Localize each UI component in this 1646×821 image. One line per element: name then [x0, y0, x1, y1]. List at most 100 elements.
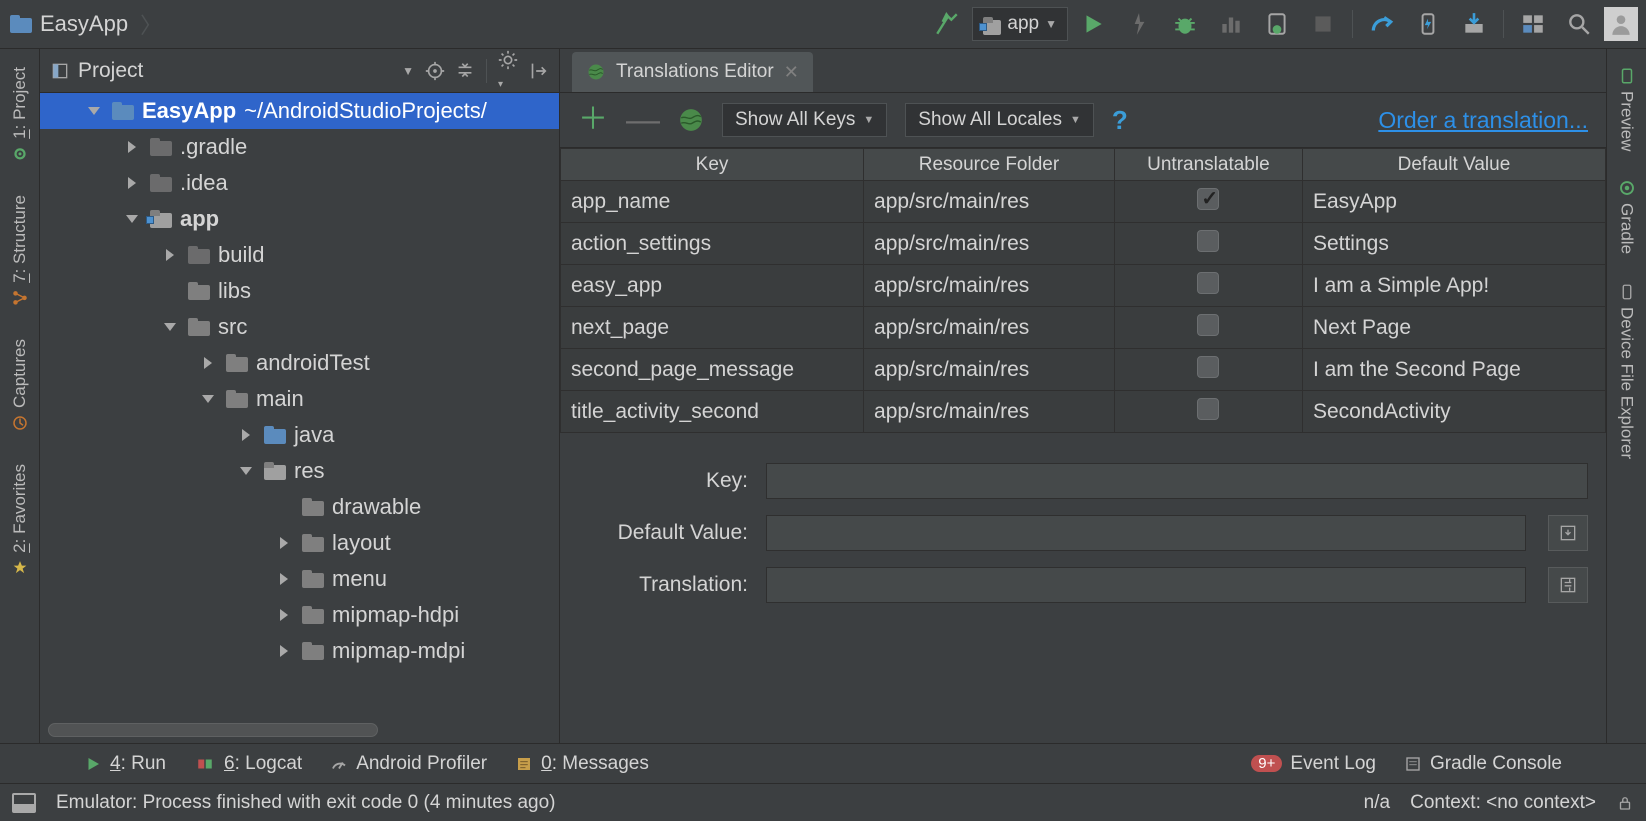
cell-untranslatable[interactable]	[1114, 223, 1302, 265]
tree-node-mipmap-hdpi[interactable]: mipmap-hdpi	[40, 597, 559, 633]
tab-translations-editor[interactable]: Translations Editor ✕	[572, 52, 813, 92]
table-row[interactable]: easy_appapp/src/main/res I am a Simple Ap…	[561, 265, 1606, 307]
tool-messages[interactable]: 0: Messages	[515, 753, 649, 775]
cell-default[interactable]: I am a Simple App!	[1302, 265, 1605, 307]
tree-node-mipmap-mdpi[interactable]: mipmap-mdpi	[40, 633, 559, 669]
apply-changes-button[interactable]	[1118, 3, 1160, 45]
tree-node-idea[interactable]: .idea	[40, 165, 559, 201]
tool-captures[interactable]: Captures	[10, 339, 30, 432]
tree-node-layout[interactable]: layout	[40, 525, 559, 561]
avd-manager-button[interactable]	[1407, 3, 1449, 45]
cell-key[interactable]: next_page	[561, 307, 864, 349]
translation-input[interactable]	[766, 567, 1526, 603]
cell-folder[interactable]: app/src/main/res	[864, 391, 1115, 433]
tree-node-res[interactable]: res	[40, 453, 559, 489]
key-input[interactable]	[766, 463, 1588, 499]
stop-button[interactable]	[1302, 3, 1344, 45]
tree-node-src[interactable]: src	[40, 309, 559, 345]
tree-node-main[interactable]: main	[40, 381, 559, 417]
tree-node-app[interactable]: app	[40, 201, 559, 237]
tool-structure[interactable]: 7: Structure	[10, 195, 30, 307]
table-row[interactable]: second_page_messageapp/src/main/res I am …	[561, 349, 1606, 391]
collapse-all-button[interactable]	[454, 60, 476, 82]
default-value-input[interactable]	[766, 515, 1526, 551]
gear-icon[interactable]: ▾	[497, 49, 519, 92]
status-window-icon[interactable]	[12, 793, 36, 813]
tool-run[interactable]: 4: Run	[84, 753, 166, 775]
tool-gradle[interactable]: Gradle	[1617, 179, 1637, 254]
cell-key[interactable]: second_page_message	[561, 349, 864, 391]
checkbox[interactable]	[1197, 398, 1219, 420]
add-key-button[interactable]: ＋	[578, 105, 608, 135]
make-project-button[interactable]	[926, 3, 968, 45]
tool-logcat[interactable]: 6: Logcat	[194, 753, 302, 775]
cell-folder[interactable]: app/src/main/res	[864, 223, 1115, 265]
horizontal-scrollbar[interactable]	[48, 723, 378, 737]
tool-preview[interactable]: Preview	[1617, 67, 1637, 151]
run-button[interactable]	[1072, 3, 1114, 45]
checkbox[interactable]	[1197, 356, 1219, 378]
th-default[interactable]: Default Value	[1302, 149, 1605, 181]
th-key[interactable]: Key	[561, 149, 864, 181]
project-view-selector[interactable]: Project	[50, 59, 143, 83]
tree-node-libs[interactable]: libs	[40, 273, 559, 309]
lock-icon[interactable]	[1616, 794, 1634, 812]
tree-node-build[interactable]: build	[40, 237, 559, 273]
cell-key[interactable]: action_settings	[561, 223, 864, 265]
cell-key[interactable]: title_activity_second	[561, 391, 864, 433]
checkbox[interactable]	[1197, 272, 1219, 294]
add-locale-button[interactable]	[678, 107, 704, 133]
debug-button[interactable]	[1164, 3, 1206, 45]
checkbox[interactable]	[1197, 230, 1219, 252]
checkbox[interactable]	[1197, 188, 1219, 210]
browse-default-button[interactable]	[1548, 515, 1588, 551]
tool-profiler[interactable]: Android Profiler	[330, 753, 487, 775]
project-tree[interactable]: EasyApp ~/AndroidStudioProjects/ .gradle…	[40, 93, 559, 743]
cell-folder[interactable]: app/src/main/res	[864, 349, 1115, 391]
tool-event-log[interactable]: 9+ Event Log	[1251, 753, 1376, 775]
order-translation-link[interactable]: Order a translation...	[1378, 107, 1588, 134]
cell-key[interactable]: easy_app	[561, 265, 864, 307]
table-row[interactable]: action_settingsapp/src/main/res Settings	[561, 223, 1606, 265]
translations-table[interactable]: Key Resource Folder Untranslatable Defau…	[560, 148, 1606, 433]
close-icon[interactable]: ✕	[784, 62, 799, 83]
cell-folder[interactable]: app/src/main/res	[864, 307, 1115, 349]
tool-gradle-console[interactable]: Gradle Console	[1404, 753, 1562, 775]
cell-folder[interactable]: app/src/main/res	[864, 181, 1115, 223]
project-structure-button[interactable]	[1512, 3, 1554, 45]
th-folder[interactable]: Resource Folder	[864, 149, 1115, 181]
help-button[interactable]: ?	[1112, 105, 1128, 136]
tree-root[interactable]: EasyApp ~/AndroidStudioProjects/	[40, 93, 559, 129]
th-untranslatable[interactable]: Untranslatable	[1114, 149, 1302, 181]
chevron-down-icon[interactable]: ▼	[402, 64, 414, 78]
tree-node-java[interactable]: java	[40, 417, 559, 453]
cell-default[interactable]: Settings	[1302, 223, 1605, 265]
cell-untranslatable[interactable]	[1114, 265, 1302, 307]
tree-node-gradle[interactable]: .gradle	[40, 129, 559, 165]
table-row[interactable]: next_pageapp/src/main/res Next Page	[561, 307, 1606, 349]
cell-folder[interactable]: app/src/main/res	[864, 265, 1115, 307]
cell-untranslatable[interactable]	[1114, 181, 1302, 223]
tool-project[interactable]: 11: Project: Project	[10, 67, 30, 163]
sync-gradle-button[interactable]	[1361, 3, 1403, 45]
table-row[interactable]: title_activity_secondapp/src/main/res Sec…	[561, 391, 1606, 433]
checkbox[interactable]	[1197, 314, 1219, 336]
cell-untranslatable[interactable]	[1114, 307, 1302, 349]
attach-debugger-button[interactable]	[1256, 3, 1298, 45]
cell-default[interactable]: I am the Second Page	[1302, 349, 1605, 391]
tool-favorites[interactable]: 2: Favorites	[10, 464, 30, 577]
breadcrumb[interactable]: EasyApp 〉	[8, 6, 172, 42]
user-icon[interactable]	[1604, 7, 1638, 41]
tree-node-androidtest[interactable]: androidTest	[40, 345, 559, 381]
search-everywhere-button[interactable]	[1558, 3, 1600, 45]
cell-default[interactable]: Next Page	[1302, 307, 1605, 349]
browse-translation-button[interactable]	[1548, 567, 1588, 603]
cell-key[interactable]: app_name	[561, 181, 864, 223]
run-configuration-selector[interactable]: app ▼	[972, 7, 1068, 41]
tool-device-explorer[interactable]: Device File Explorer	[1617, 283, 1637, 459]
sdk-manager-button[interactable]	[1453, 3, 1495, 45]
tree-node-drawable[interactable]: drawable	[40, 489, 559, 525]
cell-default[interactable]: SecondActivity	[1302, 391, 1605, 433]
show-keys-dropdown[interactable]: Show All Keys ▼	[722, 103, 887, 137]
locate-button[interactable]	[424, 60, 446, 82]
